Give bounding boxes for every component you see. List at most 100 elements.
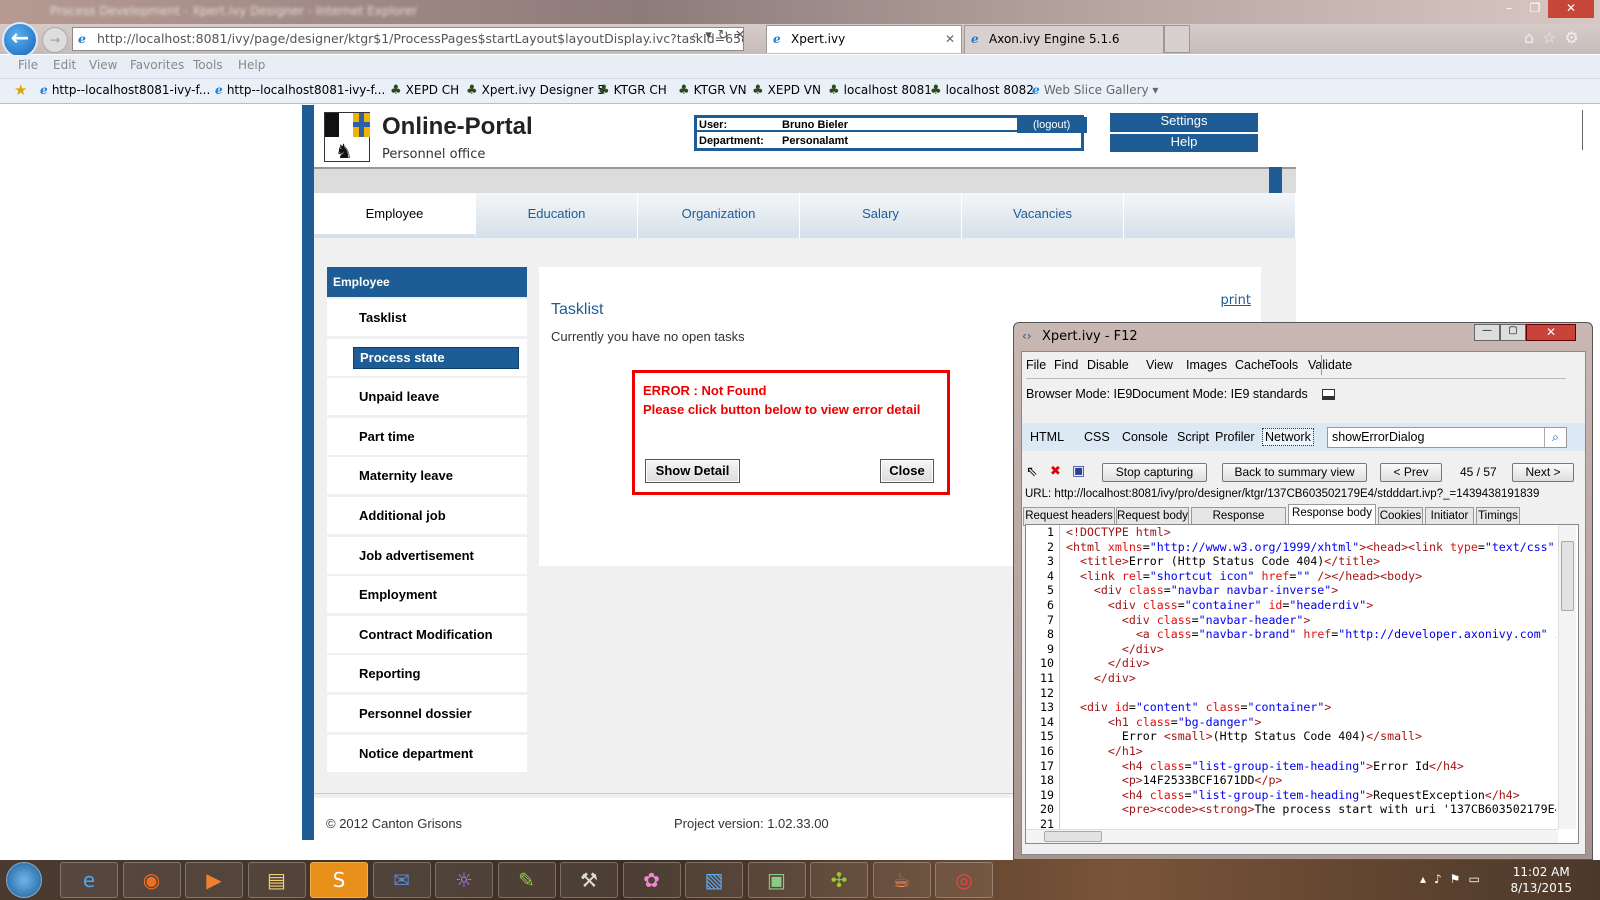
horizontal-scrollbar[interactable]: [1026, 829, 1558, 843]
taskbar-chrome-icon[interactable]: ◎: [935, 862, 993, 898]
favorite-link[interactable]: e http--localhost8081-ivy-f...: [40, 83, 210, 97]
devtools-menu-file[interactable]: File: [1026, 358, 1046, 372]
logout-link[interactable]: (logout): [1017, 117, 1087, 133]
tab-salary[interactable]: Salary: [800, 193, 962, 238]
select-element-icon[interactable]: ⇖: [1026, 463, 1038, 480]
devtools-tab-html[interactable]: HTML: [1030, 430, 1064, 444]
tray-icons[interactable]: ▴♪⚑▭: [1420, 872, 1488, 886]
tab-education[interactable]: Education: [476, 193, 638, 238]
menu-file[interactable]: File: [18, 58, 38, 72]
vertical-scrollbar[interactable]: [1558, 525, 1576, 829]
favorite-link[interactable]: ♣ Xpert.ivy Designer 5: [466, 83, 605, 98]
close-dialog-button[interactable]: Close: [880, 459, 934, 483]
devtools-menu-validate[interactable]: Validate: [1308, 358, 1352, 372]
taskbar-editor-icon[interactable]: ✎: [497, 862, 556, 898]
settings-button[interactable]: Settings: [1110, 113, 1258, 132]
devtools-tab-profiler[interactable]: Profiler: [1215, 430, 1255, 444]
system-clock[interactable]: 11:02 AM 8/13/2015: [1510, 864, 1572, 896]
address-tools[interactable]: ⌕▾↻✕: [692, 28, 752, 43]
sidebar-item-job-advertisement[interactable]: Job advertisement: [327, 536, 527, 574]
devtools-tab-console[interactable]: Console: [1122, 430, 1168, 444]
taskbar-remote-desktop-icon[interactable]: ▣: [747, 862, 806, 898]
sidebar-item-contract-modification[interactable]: Contract Modification: [327, 615, 527, 653]
maximize-button[interactable]: ❐: [1522, 0, 1548, 18]
tab-axon-ivy-engine[interactable]: e Axon.ivy Engine 5.1.6: [964, 25, 1164, 53]
back-to-summary-button[interactable]: Back to summary view: [1222, 463, 1367, 482]
taskbar-file-explorer-icon[interactable]: ▤: [247, 862, 306, 898]
sidebar-item-notice-department[interactable]: Notice department: [327, 734, 527, 772]
sidebar-item-employment[interactable]: Employment: [327, 576, 527, 614]
taskbar-media-player-icon[interactable]: ▶: [185, 862, 243, 898]
close-tab-icon[interactable]: ✕: [945, 26, 955, 52]
favorite-link[interactable]: e http--localhost8081-ivy-f...: [215, 83, 385, 97]
sidebar-item-reporting[interactable]: Reporting: [327, 655, 527, 693]
dock-icon[interactable]: [1322, 389, 1335, 400]
minimize-button[interactable]: –: [1496, 0, 1522, 18]
taskbar-xpert-ivy-icon[interactable]: ✣: [810, 862, 868, 898]
devtools-menu-find[interactable]: Find: [1054, 358, 1078, 372]
devtools-minimize[interactable]: —: [1474, 324, 1500, 341]
tab-vacancies[interactable]: Vacancies: [962, 193, 1124, 238]
menu-tools[interactable]: Tools: [193, 58, 223, 72]
favorites-star-icon[interactable]: ★: [14, 81, 27, 99]
taskbar-thunderbird-icon[interactable]: ✉: [372, 862, 431, 898]
favorite-link[interactable]: ♣ localhost 8082: [930, 83, 1034, 98]
tab-xpert-ivy[interactable]: e Xpert.ivy ✕: [766, 25, 962, 53]
forward-button[interactable]: →: [42, 27, 68, 53]
devtools-menu-images[interactable]: Images: [1186, 358, 1227, 372]
new-tab-button[interactable]: [1164, 25, 1190, 53]
print-link[interactable]: print: [1220, 293, 1251, 308]
taskbar-firefox-icon[interactable]: ◉: [122, 862, 181, 898]
menu-favorites[interactable]: Favorites: [130, 58, 184, 72]
devtools-tab-script[interactable]: Script: [1177, 430, 1209, 444]
tab-organization[interactable]: Organization: [638, 193, 800, 238]
sidebar-item-part-time[interactable]: Part time: [327, 417, 527, 455]
sidebar-item-process-state[interactable]: Process state: [327, 338, 527, 376]
menu-help[interactable]: Help: [238, 58, 265, 72]
taskbar-internet-explorer-icon[interactable]: e: [60, 862, 118, 898]
show-detail-button[interactable]: Show Detail: [645, 459, 740, 483]
devtools-tab-network[interactable]: Network: [1262, 428, 1314, 446]
taskbar-skype-icon[interactable]: S: [310, 862, 368, 898]
taskbar-java-icon[interactable]: ☕: [872, 862, 931, 898]
favorite-link[interactable]: ♣ XEPD VN: [752, 83, 821, 98]
favorite-link[interactable]: ♣ localhost 8081: [828, 83, 932, 98]
favorite-link[interactable]: ♣ KTGR VN: [678, 83, 747, 98]
help-button[interactable]: Help: [1110, 134, 1258, 152]
devtools-close[interactable]: ✕: [1526, 324, 1576, 341]
search-icon[interactable]: ⌕: [1544, 428, 1566, 447]
devtools-maximize[interactable]: ▢: [1500, 324, 1526, 341]
taskbar-tools-icon[interactable]: ⚒: [560, 862, 618, 898]
devtools-menu-tools[interactable]: Tools: [1269, 358, 1298, 372]
sidebar-item-additional-job[interactable]: Additional job: [327, 496, 527, 534]
back-button[interactable]: ←: [2, 22, 38, 58]
favorite-link[interactable]: ♣ KTGR CH: [598, 83, 667, 98]
clear-entries-icon[interactable]: ✖: [1050, 463, 1061, 479]
taskbar-photo-viewer-icon[interactable]: ▧: [685, 862, 743, 898]
subtab-response-body[interactable]: Response body: [1288, 504, 1376, 525]
web-slice-gallery[interactable]: e Web Slice Gallery ▾: [1032, 83, 1158, 97]
devtools-menu-disable[interactable]: Disable: [1087, 358, 1129, 372]
menu-view[interactable]: View: [89, 58, 117, 72]
sidebar-item-unpaid-leave[interactable]: Unpaid leave: [327, 378, 527, 416]
stop-capturing-button[interactable]: Stop capturing: [1102, 463, 1207, 482]
taskbar-paint-icon[interactable]: ✿: [622, 862, 681, 898]
start-button[interactable]: [6, 862, 42, 898]
sidebar-item-maternity-leave[interactable]: Maternity leave: [327, 457, 527, 495]
next-button[interactable]: Next >: [1512, 463, 1574, 482]
save-icon[interactable]: ▣: [1072, 462, 1085, 479]
devtools-menu-view[interactable]: View: [1146, 358, 1173, 372]
devtools-menu-cache[interactable]: Cache: [1235, 358, 1271, 372]
tab-employee[interactable]: Employee: [314, 193, 476, 238]
browser-mode[interactable]: Browser Mode: IE9: [1026, 387, 1132, 401]
document-mode[interactable]: Document Mode: IE9 standards: [1132, 387, 1308, 401]
menu-edit[interactable]: Edit: [53, 58, 76, 72]
sidebar-item-tasklist[interactable]: Tasklist: [327, 299, 527, 336]
taskbar-java-ee-ide-icon[interactable]: ☼: [435, 862, 493, 898]
sidebar-item-personnel-dossier[interactable]: Personnel dossier: [327, 694, 527, 732]
close-button[interactable]: ✕: [1548, 0, 1594, 18]
address-bar[interactable]: e http://localhost:8081/ivy/page/designer…: [72, 27, 744, 51]
favorite-link[interactable]: ♣ XEPD CH: [390, 83, 459, 98]
devtools-search[interactable]: showErrorDialog ⌕: [1327, 427, 1567, 448]
devtools-tab-css[interactable]: CSS: [1084, 430, 1110, 444]
